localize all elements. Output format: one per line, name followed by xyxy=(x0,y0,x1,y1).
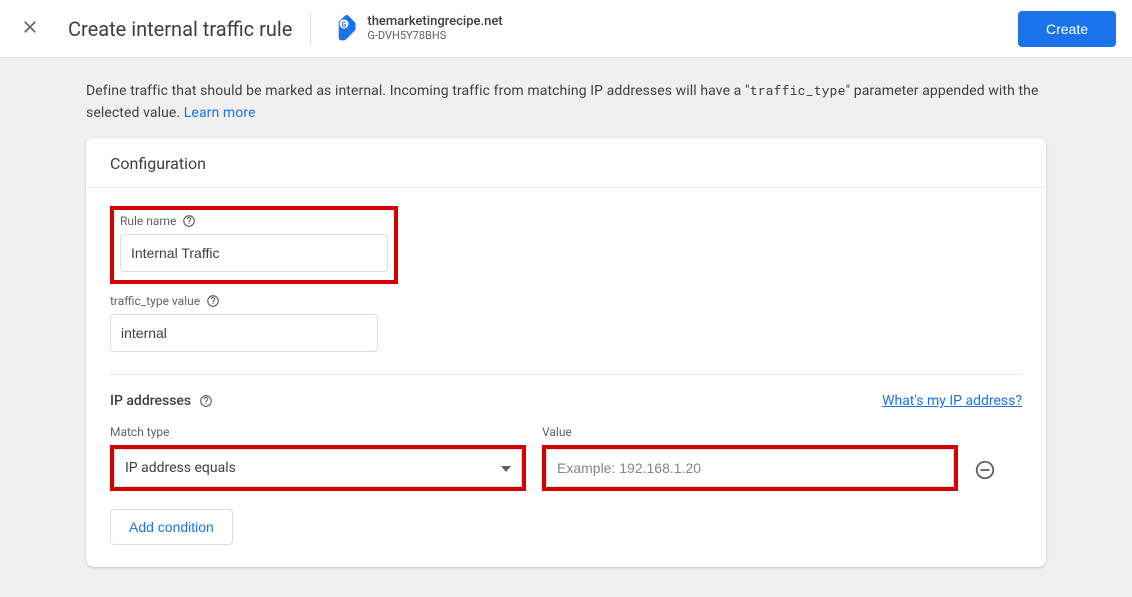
card-title: Configuration xyxy=(86,138,1046,188)
match-type-highlight: IP address equals xyxy=(110,445,526,491)
description-prefix: Define traffic that should be marked as … xyxy=(86,83,750,99)
traffic-type-group: traffic_type value xyxy=(110,294,1022,352)
remove-condition-button[interactable] xyxy=(974,459,996,491)
match-type-select[interactable]: IP address equals xyxy=(114,449,522,487)
rule-name-input[interactable] xyxy=(120,234,388,272)
ip-section-title-row: IP addresses xyxy=(110,393,213,409)
create-button[interactable]: Create xyxy=(1018,11,1116,47)
traffic-type-input[interactable] xyxy=(110,314,378,352)
ip-header: IP addresses What's my IP address? xyxy=(110,393,1022,409)
description-param: traffic_type xyxy=(750,81,846,99)
page-title: Create internal traffic rule xyxy=(68,17,292,41)
whats-my-ip-link[interactable]: What's my IP address? xyxy=(882,393,1022,409)
traffic-type-label-row: traffic_type value xyxy=(110,294,1022,308)
close-icon[interactable] xyxy=(16,13,44,45)
chevron-down-icon xyxy=(501,460,511,476)
rule-name-label: Rule name xyxy=(120,214,176,228)
value-label: Value xyxy=(542,425,958,439)
property-name: themarketingrecipe.net xyxy=(367,14,502,30)
svg-text:G: G xyxy=(342,21,347,29)
header-divider xyxy=(310,13,311,45)
body-area: Define traffic that should be marked as … xyxy=(0,58,1132,597)
description-text: Define traffic that should be marked as … xyxy=(86,80,1046,124)
rule-name-highlight: Rule name xyxy=(110,206,398,284)
add-condition-button[interactable]: Add condition xyxy=(110,509,233,545)
value-input[interactable] xyxy=(546,449,954,487)
property-info: themarketingrecipe.net G-DVH5Y78BHS xyxy=(367,14,502,44)
help-icon[interactable] xyxy=(199,394,213,408)
tag-icon: G xyxy=(329,14,359,44)
rule-name-label-row: Rule name xyxy=(120,214,388,228)
configuration-card: Configuration Rule name traffic_type val… xyxy=(86,138,1046,567)
traffic-type-label: traffic_type value xyxy=(110,294,200,308)
header-bar: Create internal traffic rule G themarket… xyxy=(0,0,1132,58)
section-divider xyxy=(110,374,1022,375)
help-icon[interactable] xyxy=(182,214,196,228)
help-icon[interactable] xyxy=(206,294,220,308)
property-id: G-DVH5Y78BHS xyxy=(367,29,502,43)
value-highlight xyxy=(542,445,958,491)
match-type-label: Match type xyxy=(110,425,526,439)
match-type-value: IP address equals xyxy=(125,460,236,476)
ip-condition-row: Match type IP address equals Value xyxy=(110,425,1022,491)
ip-section-title: IP addresses xyxy=(110,393,191,409)
learn-more-link[interactable]: Learn more xyxy=(184,105,256,121)
